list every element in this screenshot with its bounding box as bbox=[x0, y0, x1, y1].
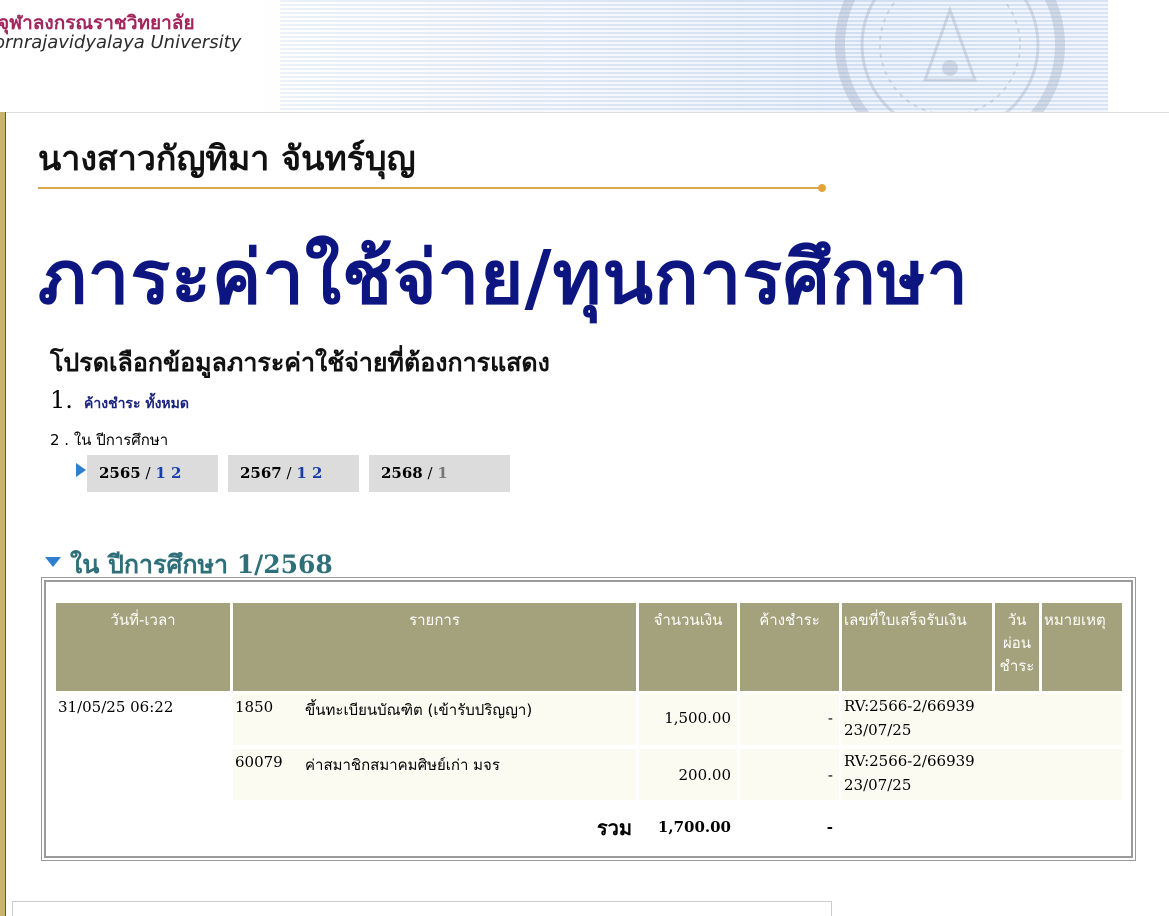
divider-dot bbox=[818, 184, 826, 192]
all-outstanding-link[interactable]: ค้างชำระ ทั้งหมด bbox=[84, 396, 189, 412]
semester-link[interactable]: 1 bbox=[296, 464, 306, 482]
section-title: ใน ปีการศึกษา 1/2568 bbox=[70, 550, 333, 579]
header-datetime: วันที่-เวลา bbox=[56, 603, 230, 691]
total-amount: 1,700.00 bbox=[657, 818, 731, 836]
selected-arrow-icon bbox=[76, 463, 86, 477]
header-item: รายการ bbox=[233, 603, 636, 691]
row-receipt-no: RV:2566-2/66939 bbox=[844, 697, 975, 715]
row-receipt-no: RV:2566-2/66939 bbox=[844, 752, 975, 770]
header-receipt: เลขที่ใบเสร็จรับเงิน bbox=[842, 603, 992, 691]
option-all-outstanding: 1. ค้างชำระ ทั้งหมด bbox=[50, 386, 189, 415]
header-installment: วัน ผ่อน ชำระ bbox=[995, 603, 1039, 691]
option-by-academic-year: 2 . ใน ปีการศึกษา bbox=[50, 431, 169, 449]
semester-link[interactable]: 1 bbox=[155, 464, 165, 482]
row-description: ค่าสมาชิกสมาคมศิษย์เก่า มจร bbox=[305, 756, 500, 774]
row-receipt-date: 23/07/25 bbox=[844, 776, 912, 794]
footer-frame bbox=[12, 901, 832, 916]
university-name-english: ornrajavidyalaya University bbox=[0, 32, 242, 53]
year-tab-2568[interactable]: 2568 / 1 bbox=[369, 455, 510, 492]
page-title: ภาระค่าใช้จ่าย/ทุนการศึกษา bbox=[38, 235, 970, 321]
total-outstanding: - bbox=[826, 818, 833, 836]
semester-link[interactable]: 2 bbox=[171, 464, 181, 482]
header-amount: จำนวนเงิน bbox=[639, 603, 737, 691]
expand-triangle-icon[interactable] bbox=[45, 557, 61, 567]
student-name: นางสาวกัญทิมา จันทร์บุญ bbox=[38, 139, 416, 179]
option-number: 1. bbox=[50, 386, 73, 414]
row-amount: 200.00 bbox=[678, 766, 732, 784]
row-outstanding: - bbox=[827, 709, 833, 727]
row-code: 60079 bbox=[235, 753, 283, 771]
university-seal-icon bbox=[835, 0, 1065, 112]
row-outstanding: - bbox=[827, 766, 833, 784]
year-tab-2565[interactable]: 2565 / 1 2 bbox=[87, 455, 218, 492]
row-receipt-date: 23/07/25 bbox=[844, 721, 912, 739]
row-code: 1850 bbox=[235, 698, 274, 716]
row-description: ขึ้นทะเบียนบัณฑิต (เข้ารับปริญญา) bbox=[305, 701, 533, 719]
header-remark: หมายเหตุ bbox=[1042, 603, 1122, 691]
row-datetime: 31/05/25 06:22 bbox=[58, 698, 174, 716]
divider bbox=[38, 187, 822, 189]
left-border-bar bbox=[0, 112, 6, 916]
selection-prompt: โปรดเลือกข้อมูลภาระค่าใช้จ่ายที่ต้องการแ… bbox=[50, 348, 550, 377]
year-tab-2567[interactable]: 2567 / 1 2 bbox=[228, 455, 359, 492]
fees-table: วันที่-เวลา รายการ จำนวนเงิน ค้างชำระ เล… bbox=[41, 577, 1136, 861]
row-amount: 1,500.00 bbox=[664, 709, 731, 727]
semester-link[interactable]: 2 bbox=[312, 464, 322, 482]
semester-link[interactable]: 1 bbox=[437, 464, 447, 482]
header-banner: จุฬาลงกรณราชวิทยาลัย ornrajavidyalaya Un… bbox=[0, 0, 1169, 112]
header-outstanding: ค้างชำระ bbox=[740, 603, 839, 691]
total-label: รวม bbox=[596, 816, 632, 840]
